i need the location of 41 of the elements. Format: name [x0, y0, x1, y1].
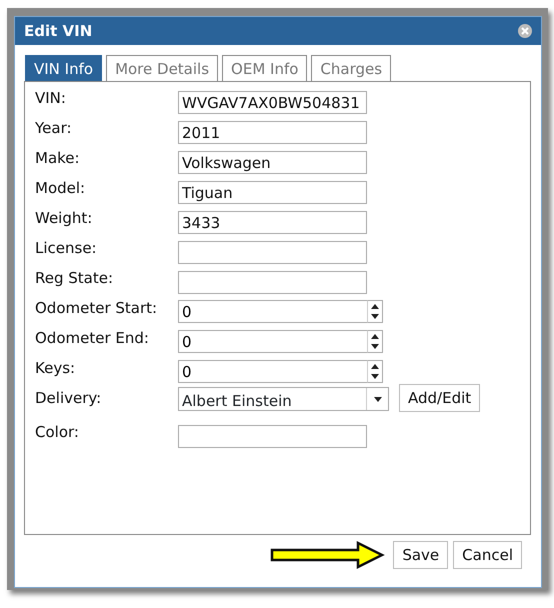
input-field[interactable]: 2011	[178, 121, 367, 144]
dropdown[interactable]: Albert Einstein	[178, 387, 389, 411]
field-label: Model:	[35, 178, 86, 198]
field-label: Odometer End:	[35, 328, 150, 348]
input-field[interactable]	[178, 425, 367, 448]
field-label: Keys:	[35, 358, 76, 378]
tab[interactable]: More Details	[106, 55, 218, 81]
tab[interactable]: OEM Info	[222, 55, 308, 81]
input-field[interactable]: WVGAV7AX0BW504831	[178, 91, 367, 114]
spin-down-icon[interactable]	[371, 374, 379, 380]
cancel-button[interactable]: Cancel	[453, 541, 522, 569]
spin-down-icon[interactable]	[371, 344, 379, 350]
input-field[interactable]: Tiguan	[178, 181, 367, 204]
tab[interactable]: Charges	[311, 55, 392, 81]
number-field[interactable]: 0	[178, 330, 367, 353]
input-field[interactable]	[178, 241, 367, 264]
field-label: License:	[35, 238, 98, 258]
field-label: Year:	[35, 118, 73, 138]
input-field[interactable]: 3433	[178, 211, 367, 234]
field-label: Delivery:	[35, 388, 102, 408]
input-field[interactable]	[178, 271, 367, 294]
dialog-title: Edit VIN	[24, 20, 92, 42]
spin-up-icon[interactable]	[371, 334, 379, 339]
field-label: Reg State:	[35, 268, 114, 288]
field-label: Color:	[35, 422, 80, 442]
add-edit-button[interactable]: Add/Edit	[399, 384, 480, 412]
arrow-icon	[270, 540, 386, 570]
field-label: Odometer Start:	[35, 298, 158, 318]
number-field[interactable]: 0	[178, 360, 367, 383]
field-label: Make:	[35, 148, 81, 168]
tab[interactable]: VIN Info	[25, 55, 102, 81]
save-button[interactable]: Save	[393, 541, 448, 569]
close-icon[interactable]	[518, 24, 532, 38]
caret-icon	[374, 396, 382, 402]
input-field[interactable]: Volkswagen	[178, 151, 367, 174]
spin-up-icon[interactable]	[371, 364, 379, 369]
spin-down-icon[interactable]	[371, 314, 379, 320]
number-field[interactable]: 0	[178, 300, 367, 323]
field-label: VIN:	[35, 88, 67, 108]
spin-up-icon[interactable]	[371, 304, 379, 309]
field-label: Weight:	[35, 208, 94, 228]
